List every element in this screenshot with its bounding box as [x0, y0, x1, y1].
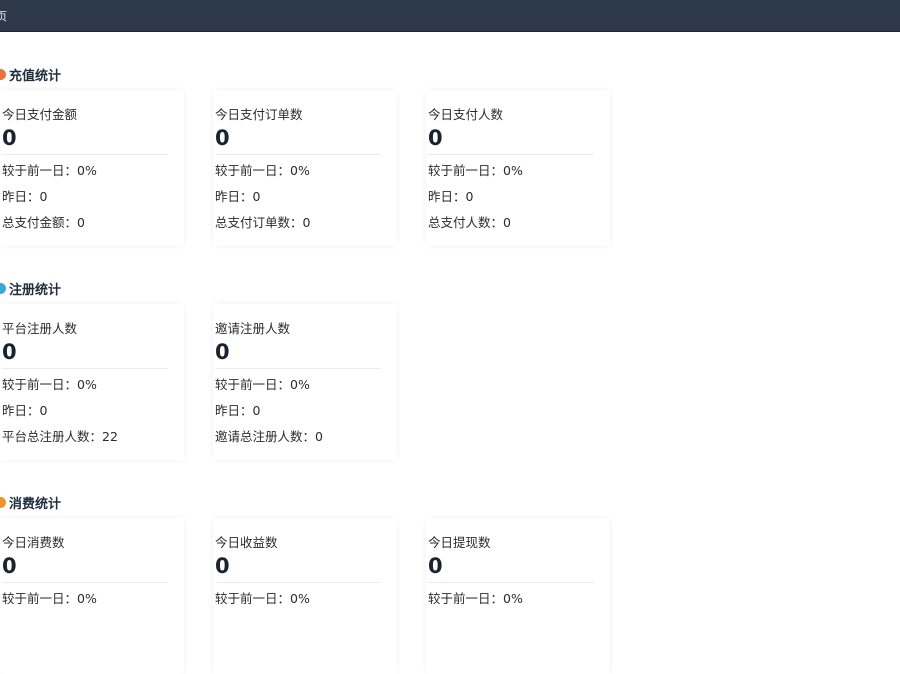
card-divider: [215, 582, 381, 583]
card-compare: 较于前一日：0%: [428, 163, 523, 178]
card-value: 0: [215, 126, 230, 150]
card-yesterday: 昨日：0: [215, 403, 261, 418]
top-nav-bar: 页: [0, 0, 900, 32]
card-yesterday: 昨日：0: [428, 189, 474, 204]
card-total: 总支付订单数：0: [215, 215, 311, 230]
card-value: 0: [2, 554, 17, 578]
card-total: 平台总注册人数：22: [2, 429, 118, 444]
stat-card-today-pay-amount: 今日支付金额 0 较于前一日：0% 昨日：0 总支付金额：0: [0, 90, 184, 246]
card-title: 今日收益数: [215, 535, 278, 550]
card-value: 0: [215, 340, 230, 364]
card-title: 今日消费数: [2, 535, 65, 550]
card-compare: 较于前一日：0%: [215, 163, 310, 178]
card-value: 0: [2, 126, 17, 150]
stat-card-invite-register: 邀请注册人数 0 较于前一日：0% 昨日：0 邀请总注册人数：0: [213, 304, 397, 460]
card-total: 总支付金额：0: [2, 215, 85, 230]
card-divider: [215, 154, 381, 155]
card-divider: [428, 582, 594, 583]
stat-card-today-consume: 今日消费数 0 较于前一日：0%: [0, 518, 184, 674]
card-title: 邀请注册人数: [215, 321, 291, 336]
card-compare: 较于前一日：0%: [2, 591, 97, 606]
card-compare: 较于前一日：0%: [215, 377, 310, 392]
card-value: 0: [428, 554, 443, 578]
stat-card-today-withdraw: 今日提现数 0 较于前一日：0%: [426, 518, 610, 674]
card-value: 0: [428, 126, 443, 150]
card-value: 0: [215, 554, 230, 578]
stat-card-today-pay-orders: 今日支付订单数 0 较于前一日：0% 昨日：0 总支付订单数：0: [213, 90, 397, 246]
card-compare: 较于前一日：0%: [215, 591, 310, 606]
card-compare: 较于前一日：0%: [2, 163, 97, 178]
section-title-recharge: 充值统计: [0, 65, 61, 84]
stat-card-platform-register: 平台注册人数 0 较于前一日：0% 昨日：0 平台总注册人数：22: [0, 304, 184, 460]
card-compare: 较于前一日：0%: [2, 377, 97, 392]
coin-icon: [0, 68, 6, 80]
breadcrumb[interactable]: 页: [0, 8, 7, 24]
card-divider: [2, 154, 168, 155]
user-icon: [0, 282, 6, 294]
card-divider: [2, 582, 168, 583]
card-title: 今日支付金额: [2, 107, 78, 122]
card-compare: 较于前一日：0%: [428, 591, 523, 606]
section-title-register: 注册统计: [0, 279, 61, 298]
consume-icon: [0, 496, 6, 508]
card-total: 总支付人数：0: [428, 215, 511, 230]
card-divider: [2, 368, 168, 369]
card-yesterday: 昨日：0: [2, 189, 48, 204]
card-total: 邀请总注册人数：0: [215, 429, 323, 444]
stat-card-today-income: 今日收益数 0 较于前一日：0%: [213, 518, 397, 674]
card-value: 0: [2, 340, 17, 364]
card-title: 今日提现数: [428, 535, 491, 550]
section-title-consume: 消费统计: [0, 493, 61, 512]
card-yesterday: 昨日：0: [215, 189, 261, 204]
card-title: 今日支付人数: [428, 107, 504, 122]
card-title: 平台注册人数: [2, 321, 78, 336]
card-yesterday: 昨日：0: [2, 403, 48, 418]
card-title: 今日支付订单数: [215, 107, 303, 122]
stat-card-today-pay-users: 今日支付人数 0 较于前一日：0% 昨日：0 总支付人数：0: [426, 90, 610, 246]
card-divider: [215, 368, 381, 369]
card-divider: [428, 154, 594, 155]
